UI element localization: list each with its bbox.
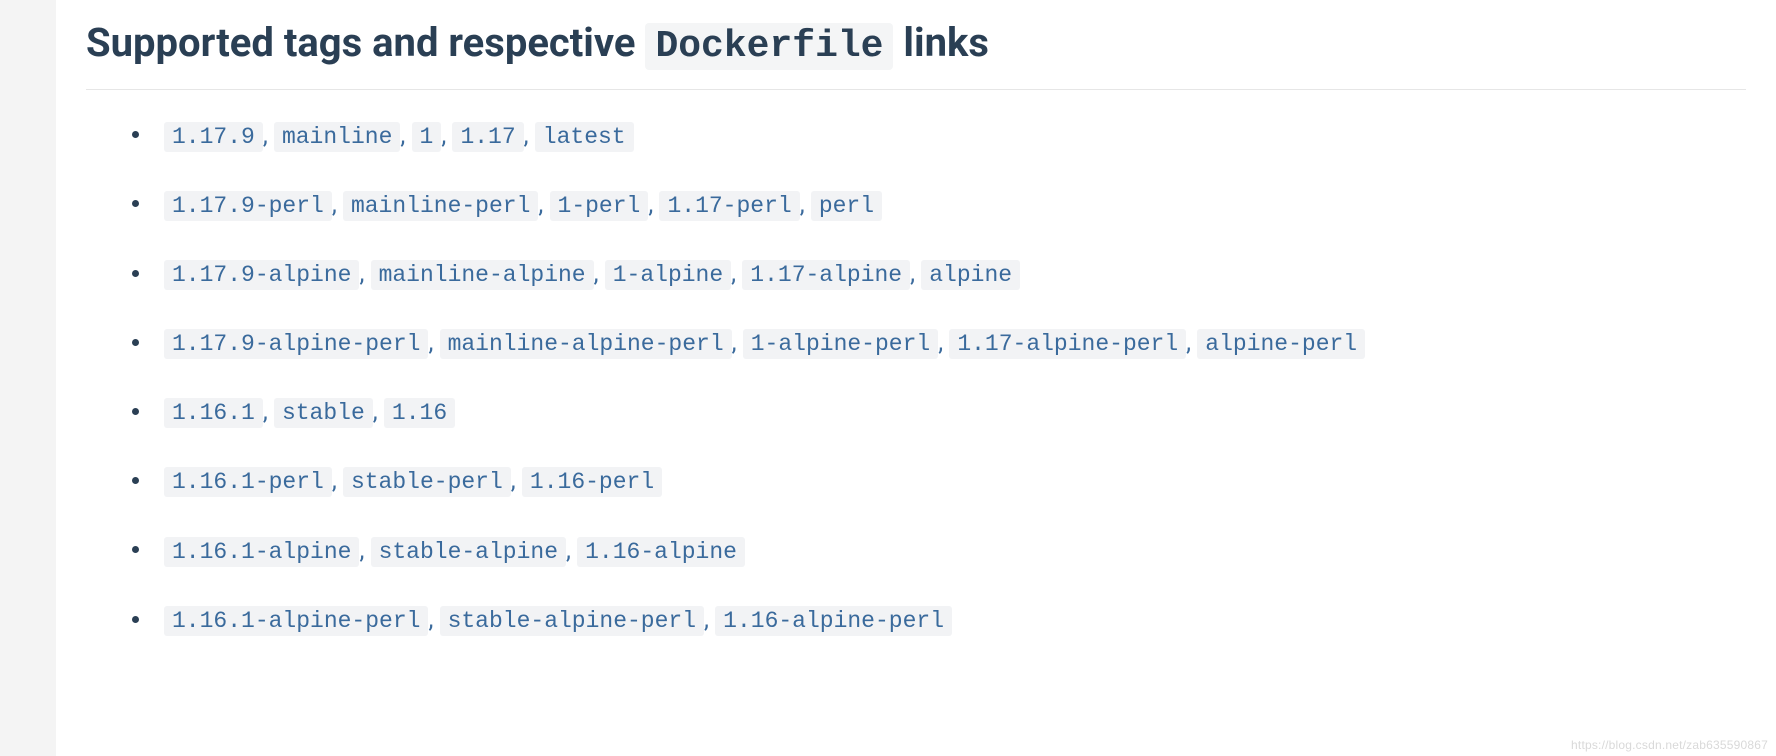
tag-group-link[interactable]: 1.16.1-alpine-perl, stable-alpine-perl, … [164, 605, 952, 634]
tag-separator: , [800, 190, 811, 219]
tag-code: 1.17.9-alpine [164, 260, 359, 290]
tag-code: stable [274, 398, 373, 428]
tag-code: 1.16-alpine-perl [715, 606, 952, 636]
tag-code: mainline-alpine-perl [440, 329, 732, 359]
tag-group: 1.17.9-alpine-perl, mainline-alpine-perl… [132, 325, 1746, 360]
tag-code: alpine-perl [1197, 329, 1365, 359]
tag-separator: , [359, 259, 370, 288]
tag-group: 1.17.9-alpine, mainline-alpine, 1-alpine… [132, 256, 1746, 291]
tag-group-link[interactable]: 1.16.1, stable, 1.16 [164, 397, 455, 426]
tag-group-link[interactable]: 1.17.9-alpine-perl, mainline-alpine-perl… [164, 328, 1365, 357]
tag-code: stable-alpine [371, 537, 566, 567]
tag-separator: , [400, 121, 411, 150]
tag-separator: , [938, 328, 949, 357]
tag-group: 1.16.1-perl, stable-perl, 1.16-perl [132, 463, 1746, 498]
heading-code: Dockerfile [645, 23, 893, 70]
heading-prefix: Supported tags and respective [86, 19, 645, 66]
tag-separator: , [373, 397, 384, 426]
tag-code: mainline [274, 122, 400, 152]
tag-separator: , [332, 466, 343, 495]
tag-code: 1.17-perl [659, 191, 799, 221]
section-heading: Supported tags and respective Dockerfile… [86, 0, 1746, 90]
tag-separator: , [524, 121, 535, 150]
tag-group-link[interactable]: 1.16.1-alpine, stable-alpine, 1.16-alpin… [164, 536, 745, 565]
tag-separator: , [566, 536, 577, 565]
document-content: Supported tags and respective Dockerfile… [56, 0, 1776, 756]
tag-group: 1.16.1, stable, 1.16 [132, 394, 1746, 429]
tag-separator: , [263, 397, 274, 426]
tag-list: 1.17.9, mainline, 1, 1.17, latest 1.17.9-… [86, 90, 1746, 638]
tag-separator: , [428, 605, 439, 634]
tag-code: 1.16.1 [164, 398, 263, 428]
tag-group-link[interactable]: 1.17.9, mainline, 1, 1.17, latest [164, 121, 634, 150]
tag-code: 1 [412, 122, 442, 152]
tag-code: stable-alpine-perl [440, 606, 704, 636]
tag-group-link[interactable]: 1.16.1-perl, stable-perl, 1.16-perl [164, 466, 662, 495]
tag-code: perl [811, 191, 882, 221]
tag-separator: , [910, 259, 921, 288]
tag-separator: , [732, 328, 743, 357]
tag-separator: , [511, 466, 522, 495]
tag-group: 1.17.9-perl, mainline-perl, 1-perl, 1.17… [132, 187, 1746, 222]
tag-code: 1.17.9-perl [164, 191, 332, 221]
tag-code: 1.16.1-perl [164, 467, 332, 497]
tag-code: stable-perl [343, 467, 511, 497]
tag-separator: , [1186, 328, 1197, 357]
tag-separator: , [359, 536, 370, 565]
tag-separator: , [594, 259, 605, 288]
tag-code: 1.17-alpine [742, 260, 910, 290]
tag-separator: , [428, 328, 439, 357]
watermark-text: https://blog.csdn.net/zab635590867 [1571, 738, 1768, 752]
tag-separator: , [332, 190, 343, 219]
tag-code: alpine [921, 260, 1020, 290]
tag-group: 1.16.1-alpine-perl, stable-alpine-perl, … [132, 602, 1746, 637]
tag-code: 1.17.9 [164, 122, 263, 152]
tag-separator: , [263, 121, 274, 150]
tag-code: 1-alpine-perl [743, 329, 938, 359]
tag-group: 1.16.1-alpine, stable-alpine, 1.16-alpin… [132, 533, 1746, 568]
tag-code: 1-perl [550, 191, 649, 221]
tag-group: 1.17.9, mainline, 1, 1.17, latest [132, 118, 1746, 153]
tag-separator: , [704, 605, 715, 634]
tag-separator: , [648, 190, 659, 219]
tag-code: 1.16-perl [522, 467, 662, 497]
tag-group-link[interactable]: 1.17.9-alpine, mainline-alpine, 1-alpine… [164, 259, 1020, 288]
tag-code: 1.17 [452, 122, 523, 152]
tag-code: 1-alpine [605, 260, 731, 290]
tag-code: 1.16.1-alpine-perl [164, 606, 428, 636]
tag-code: mainline-alpine [371, 260, 594, 290]
tag-code: 1.17.9-alpine-perl [164, 329, 428, 359]
tag-code: 1.17-alpine-perl [949, 329, 1186, 359]
tag-group-link[interactable]: 1.17.9-perl, mainline-perl, 1-perl, 1.17… [164, 190, 882, 219]
tag-separator: , [441, 121, 452, 150]
tag-code: latest [535, 122, 634, 152]
tag-code: mainline-perl [343, 191, 538, 221]
tag-code: 1.16.1-alpine [164, 537, 359, 567]
tag-code: 1.16 [384, 398, 455, 428]
heading-suffix: links [893, 19, 988, 66]
tag-separator: , [731, 259, 742, 288]
tag-code: 1.16-alpine [577, 537, 745, 567]
tag-separator: , [538, 190, 549, 219]
